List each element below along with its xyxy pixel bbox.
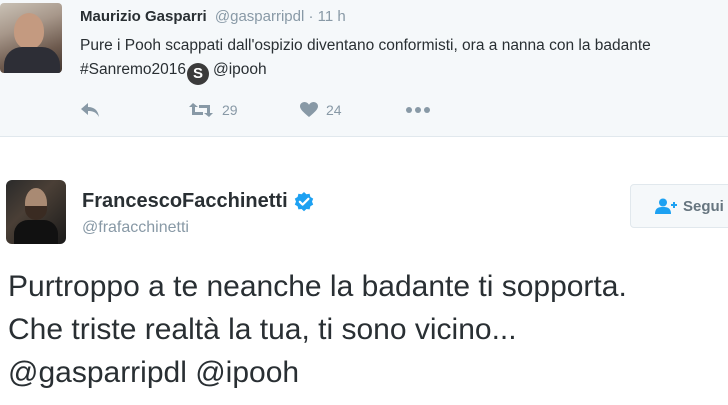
avatar-facchinetti[interactable]: [6, 180, 66, 244]
reply-button[interactable]: [80, 99, 100, 121]
like-count: 24: [326, 102, 342, 118]
retweet-button[interactable]: 29: [188, 99, 238, 121]
author-name[interactable]: Maurizio Gasparri: [80, 8, 207, 25]
follow-button[interactable]: Segui: [630, 184, 728, 228]
avatar-body: [14, 220, 58, 244]
follow-label: Segui: [683, 197, 724, 215]
time-separator: ·: [308, 8, 314, 25]
tweet-text: Pure i Pooh scappati dall'ospizio divent…: [80, 34, 720, 85]
main-author-name-text: FrancescoFacchinetti: [82, 190, 288, 212]
more-options-button[interactable]: [405, 99, 431, 121]
retweet-count: 29: [222, 102, 238, 118]
avatar-suit: [4, 47, 60, 73]
reply-icon: [81, 103, 99, 117]
heart-icon: [300, 102, 318, 117]
retweet-icon: [189, 103, 213, 117]
add-user-icon: [655, 198, 677, 214]
like-button[interactable]: 24: [300, 99, 342, 121]
main-tweet-text: Purtroppo a te neanche la badante ti sop…: [8, 265, 728, 394]
mention-ipooh[interactable]: @ipooh: [213, 61, 267, 78]
tweet-line-2: Che triste realtà la tua, ti sono vicino…: [8, 313, 517, 346]
verified-badge-icon: [294, 191, 313, 211]
tweet-timestamp[interactable]: 11 h: [318, 8, 346, 25]
author-handle[interactable]: @gasparripdl: [215, 8, 304, 25]
tweet-header: Maurizio Gasparri @gasparripdl · 11 h: [80, 8, 346, 25]
main-author-handle[interactable]: @frafacchinetti: [82, 219, 189, 237]
avatar-face: [14, 13, 44, 49]
tweet-line-1: Purtroppo a te neanche la badante ti sop…: [8, 270, 627, 303]
avatar-gasparri[interactable]: [0, 3, 62, 73]
reply-context-tweet: Maurizio Gasparri @gasparripdl · 11 h Pu…: [0, 0, 728, 137]
tweet-text-body: Pure i Pooh scappati dall'ospizio divent…: [80, 37, 651, 78]
sanremo-s-icon: S: [187, 63, 209, 85]
tweet-line-3-mentions[interactable]: @gasparripdl @ipooh: [8, 351, 728, 394]
avatar-beard: [25, 206, 47, 220]
main-author-name[interactable]: FrancescoFacchinetti: [82, 190, 314, 213]
more-dots-icon: [406, 107, 430, 113]
